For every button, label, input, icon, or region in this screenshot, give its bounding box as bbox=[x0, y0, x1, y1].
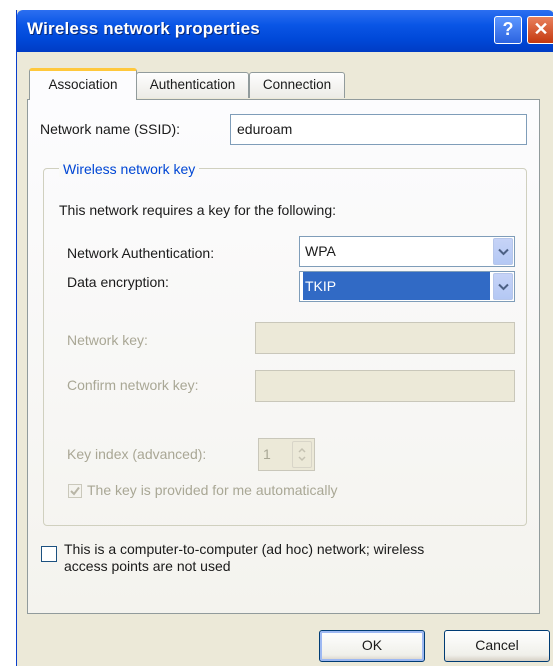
checkmark-icon bbox=[70, 486, 80, 496]
adhoc-label: This is a computer-to-computer (ad hoc) … bbox=[64, 541, 424, 575]
tab-connection-label: Connection bbox=[262, 77, 332, 92]
network-auth-value: WPA bbox=[305, 243, 336, 259]
wireless-key-group-title: Wireless network key bbox=[59, 161, 200, 177]
ssid-label: Network name (SSID): bbox=[40, 121, 181, 137]
data-encryption-select[interactable]: TKIP bbox=[299, 271, 515, 302]
key-index-stepper[interactable]: 1 bbox=[258, 438, 315, 471]
key-index-label: Key index (advanced): bbox=[67, 446, 207, 462]
tab-authentication-label: Authentication bbox=[149, 77, 236, 92]
chevron-down-icon[interactable] bbox=[493, 273, 513, 300]
help-button[interactable]: ? bbox=[494, 16, 522, 44]
network-auth-label: Network Authentication: bbox=[67, 245, 215, 261]
adhoc-label-line2: access points are not used bbox=[64, 558, 231, 574]
auto-key-label: The key is provided for me automatically bbox=[87, 482, 338, 498]
network-auth-select[interactable]: WPA bbox=[299, 236, 515, 267]
auto-key-checkbox[interactable] bbox=[68, 484, 82, 498]
network-key-label: Network key: bbox=[67, 332, 148, 348]
tab-authentication[interactable]: Authentication bbox=[136, 72, 249, 98]
close-button[interactable]: ✕ bbox=[527, 16, 553, 44]
cancel-button[interactable]: Cancel bbox=[444, 630, 550, 662]
tab-association[interactable]: Association bbox=[29, 68, 137, 100]
tab-connection[interactable]: Connection bbox=[249, 72, 345, 98]
chevron-down-icon[interactable] bbox=[493, 238, 513, 265]
help-icon: ? bbox=[502, 19, 514, 39]
title-bar[interactable]: Wireless network properties ? ✕ bbox=[17, 10, 553, 52]
close-icon: ✕ bbox=[533, 19, 549, 39]
tab-association-label: Association bbox=[48, 77, 118, 92]
data-encryption-label: Data encryption: bbox=[67, 274, 169, 290]
network-key-input[interactable] bbox=[255, 322, 515, 354]
requires-key-text: This network requires a key for the foll… bbox=[59, 202, 337, 218]
window-title: Wireless network properties bbox=[27, 19, 260, 38]
ok-button[interactable]: OK bbox=[319, 630, 425, 662]
dialog-window: Wireless network properties ? ✕ Associat… bbox=[16, 10, 553, 666]
data-encryption-value: TKIP bbox=[303, 272, 490, 300]
confirm-key-input[interactable] bbox=[255, 370, 515, 402]
key-index-value: 1 bbox=[263, 446, 271, 462]
ssid-input[interactable]: eduroam bbox=[230, 114, 527, 145]
adhoc-label-line1: This is a computer-to-computer (ad hoc) … bbox=[64, 541, 425, 557]
confirm-key-label: Confirm network key: bbox=[67, 377, 199, 393]
stepper-arrows-icon[interactable] bbox=[292, 441, 312, 468]
adhoc-checkbox[interactable] bbox=[41, 546, 57, 562]
